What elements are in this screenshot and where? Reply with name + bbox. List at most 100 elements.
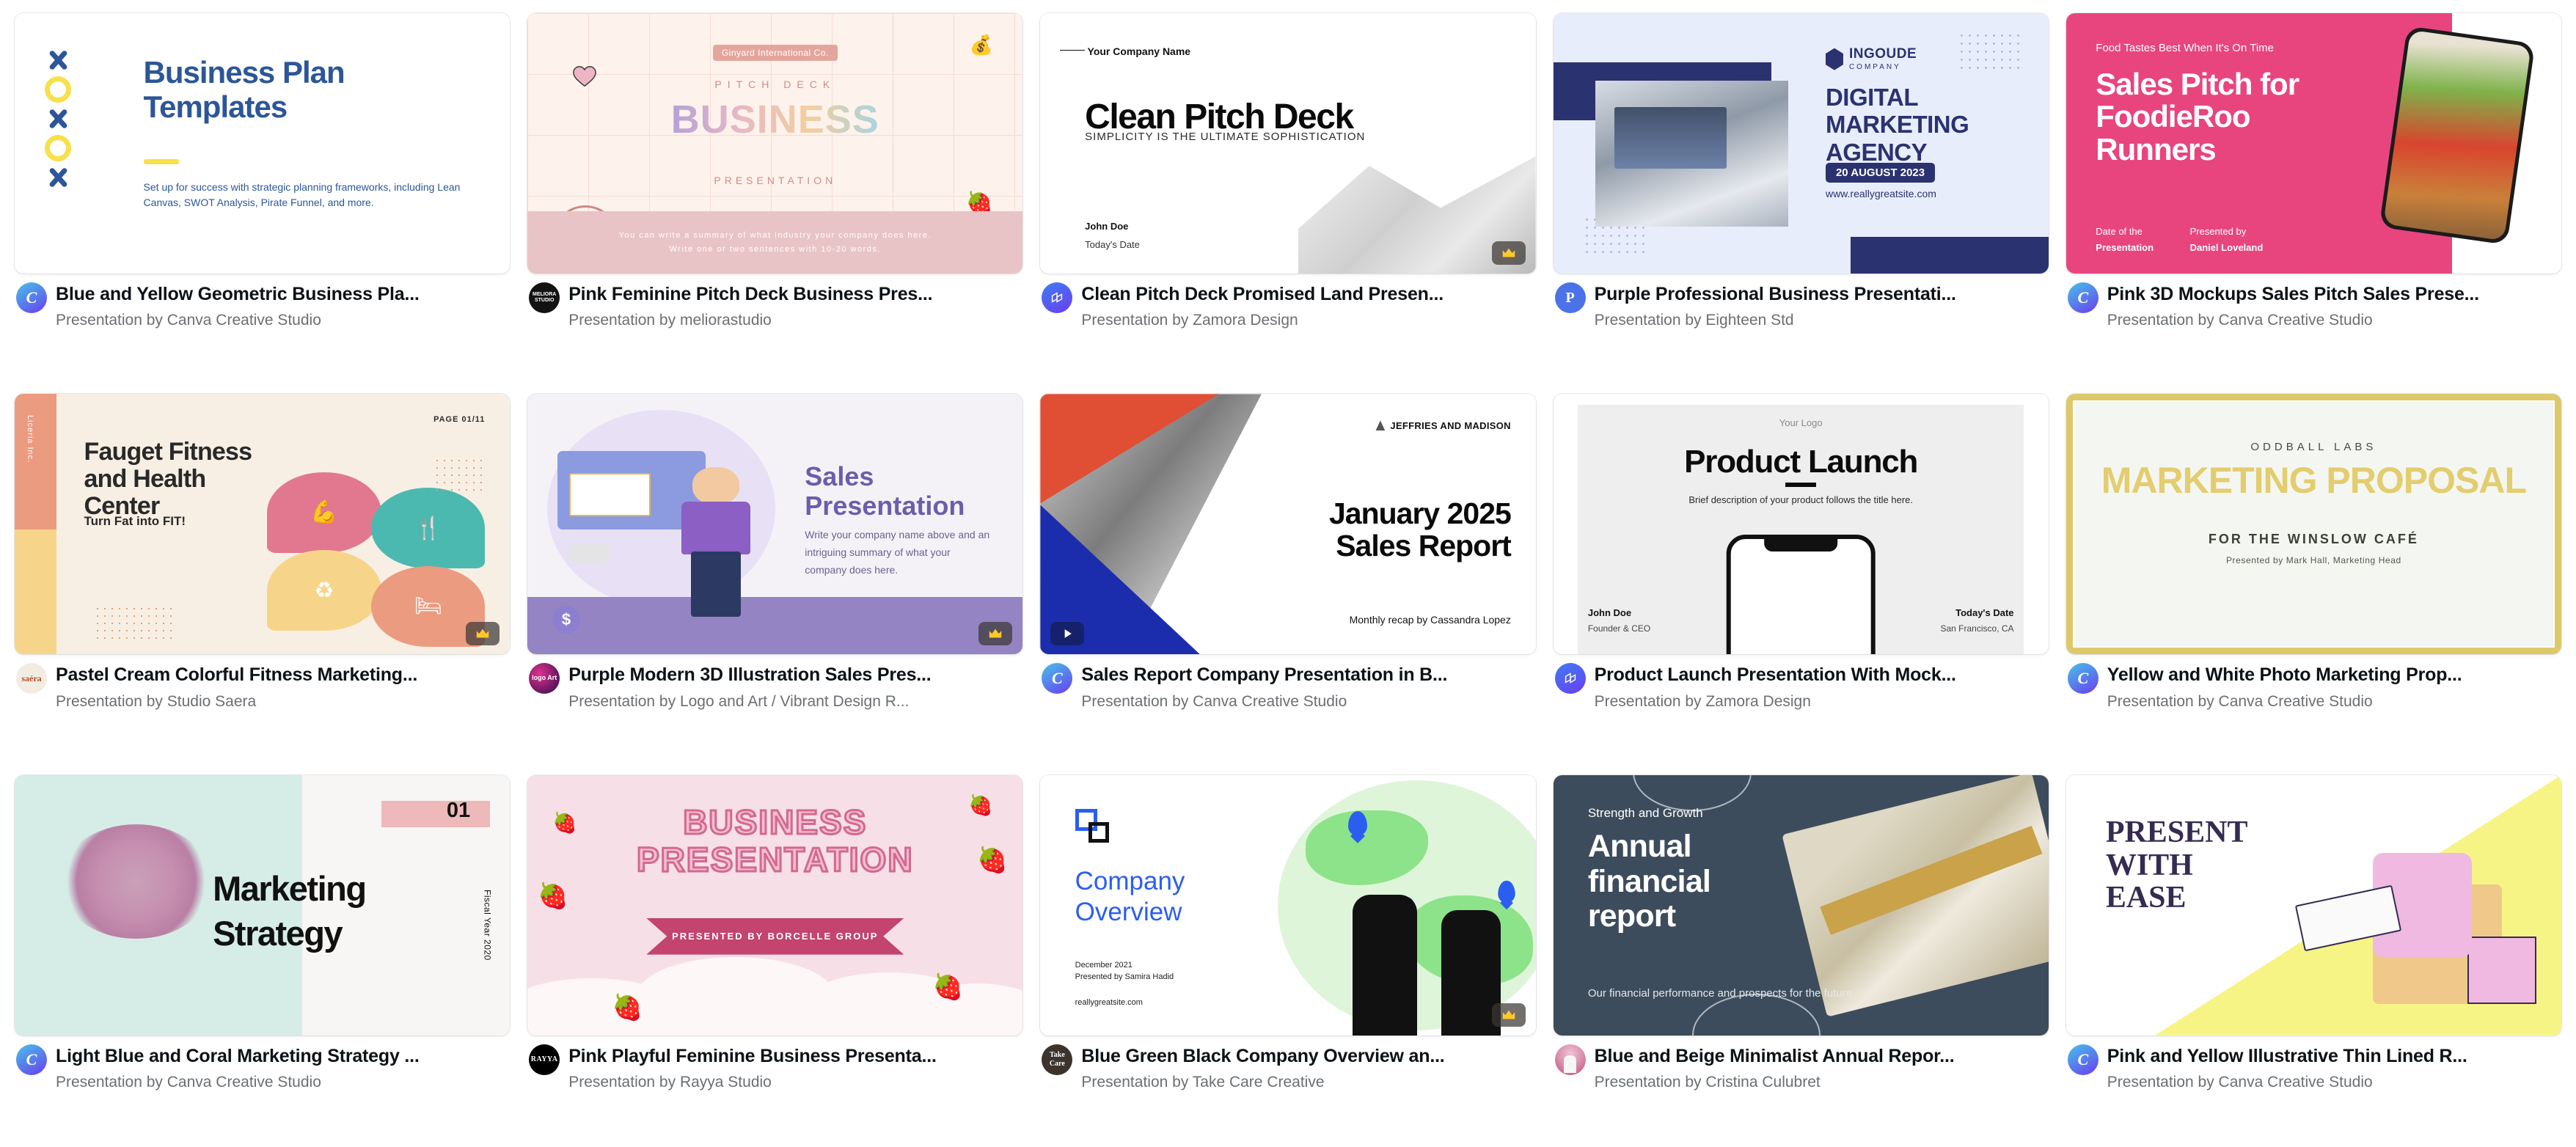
template-thumbnail[interactable]: Business Plan Templates Set up for succe… bbox=[15, 13, 511, 274]
person-illustration bbox=[681, 466, 751, 623]
slide-heading: Company Overview bbox=[1075, 866, 1185, 926]
template-card[interactable]: PRESENT WITH EASE C Pink and Yellow Illu… bbox=[2065, 774, 2561, 1147]
accent-dash bbox=[143, 158, 179, 164]
template-thumbnail[interactable]: Company Overview December 2021 Presented… bbox=[1040, 774, 1536, 1036]
avatar[interactable]: C bbox=[2067, 1044, 2099, 1075]
slide-byline: Presented by Mark Hall, Marketing Head bbox=[2225, 555, 2401, 566]
template-title[interactable]: Blue Green Black Company Overview an... bbox=[1081, 1045, 1534, 1068]
slide-body: Our financial performance and prospects … bbox=[1587, 986, 1853, 1000]
triangle-icon bbox=[1375, 420, 1386, 431]
template-title[interactable]: Sales Report Company Presentation in B..… bbox=[1081, 664, 1534, 686]
template-title[interactable]: Pink Feminine Pitch Deck Business Pres..… bbox=[568, 283, 1021, 306]
avatar[interactable]: C bbox=[16, 1044, 47, 1075]
template-author[interactable]: Presentation by Canva Creative Studio bbox=[1081, 692, 1534, 711]
avatar[interactable]: saéra bbox=[16, 663, 47, 695]
slide-heading: Business Plan Templates bbox=[143, 54, 345, 124]
template-thumbnail[interactable]: PRESENT WITH EASE bbox=[2065, 774, 2561, 1036]
template-title[interactable]: Pink and Yellow Illustrative Thin Lined … bbox=[2107, 1045, 2560, 1068]
avatar[interactable] bbox=[1042, 282, 1073, 313]
template-card[interactable]: JEFFRIES AND MADISON January 2025 Sales … bbox=[1040, 394, 1536, 766]
template-thumbnail[interactable]: $ Sales Presentation Write your company … bbox=[527, 394, 1023, 655]
template-card[interactable]: Company Overview December 2021 Presented… bbox=[1040, 774, 1536, 1147]
template-author[interactable]: Presentation by Eighteen Std bbox=[1595, 311, 2047, 330]
slide-wordmark: BUSINESS bbox=[670, 97, 879, 142]
template-author[interactable]: Presentation by Canva Creative Studio bbox=[2107, 311, 2560, 330]
template-card[interactable]: 💰 Ginyard International Co. PITCH DECK B… bbox=[527, 13, 1023, 385]
avatar-label: C bbox=[26, 1049, 37, 1069]
template-thumbnail[interactable]: Food Tastes Best When It's On Time Sales… bbox=[2065, 13, 2561, 274]
card-meta: C Pink and Yellow Illustrative Thin Line… bbox=[2066, 1036, 2561, 1093]
template-author[interactable]: Presentation by Studio Saera bbox=[56, 692, 508, 711]
template-thumbnail[interactable]: Strength and Growth Annual financial rep… bbox=[1553, 774, 2049, 1036]
template-author[interactable]: Presentation by Canva Creative Studio bbox=[56, 1073, 508, 1092]
template-card[interactable]: Liceria Inc. PAGE 01/11 Fauget Fitness a… bbox=[15, 394, 511, 766]
template-thumbnail[interactable]: JEFFRIES AND MADISON January 2025 Sales … bbox=[1040, 394, 1536, 655]
template-card[interactable]: Food Tastes Best When It's On Time Sales… bbox=[2065, 13, 2561, 385]
card-meta: C Pink 3D Mockups Sales Pitch Sales Pres… bbox=[2066, 274, 2561, 331]
avatar[interactable]: P bbox=[1554, 282, 1586, 313]
avatar[interactable] bbox=[1554, 663, 1586, 695]
template-title[interactable]: Light Blue and Coral Marketing Strategy … bbox=[56, 1045, 508, 1068]
slide-tag: Ginyard International Co. bbox=[712, 44, 838, 61]
avatar[interactable]: Take Care bbox=[1042, 1044, 1073, 1075]
template-author[interactable]: Presentation by Canva Creative Studio bbox=[56, 311, 508, 330]
template-card[interactable]: Your Logo Product Launch Brief descripti… bbox=[1553, 394, 2049, 766]
template-author[interactable]: Presentation by Cristina Culubret bbox=[1595, 1073, 2047, 1092]
template-thumbnail[interactable]: Your Logo Product Launch Brief descripti… bbox=[1553, 394, 2049, 655]
map-pin-icon bbox=[1497, 880, 1515, 903]
template-card[interactable]: Your Company Name Clean Pitch Deck SIMPL… bbox=[1040, 13, 1536, 385]
card-meta: C Light Blue and Coral Marketing Strateg… bbox=[15, 1036, 510, 1093]
template-title[interactable]: Blue and Yellow Geometric Business Pla..… bbox=[56, 283, 508, 306]
avatar[interactable]: C bbox=[2067, 282, 2099, 313]
template-title[interactable]: Clean Pitch Deck Promised Land Presen... bbox=[1081, 283, 1534, 306]
avatar[interactable]: logo Art bbox=[529, 663, 560, 695]
template-card[interactable]: Business Plan Templates Set up for succe… bbox=[15, 13, 511, 385]
template-title[interactable]: Product Launch Presentation With Mock... bbox=[1595, 664, 2047, 686]
avatar[interactable] bbox=[1554, 1044, 1586, 1075]
template-title[interactable]: Purple Modern 3D Illustration Sales Pres… bbox=[568, 664, 1021, 686]
slide-date: Today's Date bbox=[1085, 239, 1140, 251]
template-author[interactable]: Presentation by Canva Creative Studio bbox=[2107, 1073, 2560, 1092]
template-thumbnail[interactable]: Your Company Name Clean Pitch Deck SIMPL… bbox=[1040, 13, 1536, 274]
avatar[interactable]: C bbox=[2067, 663, 2099, 695]
template-thumbnail[interactable]: Liceria Inc. PAGE 01/11 Fauget Fitness a… bbox=[15, 394, 511, 655]
template-title[interactable]: Pastel Cream Colorful Fitness Marketing.… bbox=[56, 664, 508, 686]
avatar[interactable]: MELIORA STUDIO bbox=[529, 282, 560, 313]
slide-preview: PRESENT WITH EASE bbox=[2065, 774, 2561, 1036]
template-author[interactable]: Presentation by Zamora Design bbox=[1595, 692, 2047, 711]
template-title[interactable]: Blue and Beige Minimalist Annual Repor..… bbox=[1595, 1045, 2047, 1068]
avatar[interactable]: C bbox=[1042, 663, 1073, 695]
avatar[interactable]: C bbox=[16, 282, 47, 313]
template-card[interactable]: BUSINESS PRESENTATION PRESENTED BY BORCE… bbox=[527, 774, 1023, 1147]
template-author[interactable]: Presentation by Rayya Studio bbox=[568, 1073, 1021, 1092]
template-thumbnail[interactable]: BUSINESS PRESENTATION PRESENTED BY BORCE… bbox=[527, 774, 1023, 1036]
template-thumbnail[interactable]: ODDBALL LABS MARKETING PROPOSAL FOR THE … bbox=[2065, 394, 2561, 655]
avatar[interactable]: RAYYA bbox=[529, 1044, 560, 1075]
template-title[interactable]: Yellow and White Photo Marketing Prop... bbox=[2107, 664, 2560, 686]
money-photo bbox=[1782, 774, 2049, 1017]
template-card[interactable]: Strength and Growth Annual financial rep… bbox=[1553, 774, 2049, 1147]
template-card[interactable]: ODDBALL LABS MARKETING PROPOSAL FOR THE … bbox=[2065, 394, 2561, 766]
template-title[interactable]: Pink Playful Feminine Business Presenta.… bbox=[568, 1045, 1021, 1068]
template-card[interactable]: INGOUDE COMPANY DIGITAL MARKETING AGENCY… bbox=[1553, 13, 2049, 385]
template-author[interactable]: Presentation by Take Care Creative bbox=[1081, 1073, 1534, 1092]
template-thumbnail[interactable]: 01 Marketing Strategy Fiscal Year 2020 bbox=[15, 774, 511, 1036]
play-video-button[interactable] bbox=[1050, 622, 1085, 646]
slide-url: www.reallygreatsite.com bbox=[1825, 187, 1936, 199]
cabinet-illustration bbox=[2467, 936, 2537, 1005]
dot-pattern bbox=[433, 456, 486, 491]
strawberry-icon: 🍓 bbox=[537, 882, 569, 911]
slide-kicker: PITCH DECK bbox=[714, 78, 836, 90]
template-title[interactable]: Purple Professional Business Presentati.… bbox=[1595, 283, 2047, 306]
template-card[interactable]: 01 Marketing Strategy Fiscal Year 2020 C… bbox=[15, 774, 511, 1147]
crown-icon bbox=[989, 629, 1002, 638]
template-card[interactable]: $ Sales Presentation Write your company … bbox=[527, 394, 1023, 766]
slide-preview: Business Plan Templates Set up for succe… bbox=[15, 13, 511, 274]
template-thumbnail[interactable]: 💰 Ginyard International Co. PITCH DECK B… bbox=[527, 13, 1023, 274]
template-author[interactable]: Presentation by Canva Creative Studio bbox=[2107, 692, 2560, 711]
template-author[interactable]: Presentation by Zamora Design bbox=[1081, 311, 1534, 330]
template-author[interactable]: Presentation by Logo and Art / Vibrant D… bbox=[568, 692, 1021, 711]
template-thumbnail[interactable]: INGOUDE COMPANY DIGITAL MARKETING AGENCY… bbox=[1553, 13, 2049, 274]
template-title[interactable]: Pink 3D Mockups Sales Pitch Sales Prese.… bbox=[2107, 283, 2560, 306]
template-author[interactable]: Presentation by meliorastudio bbox=[568, 311, 1021, 330]
